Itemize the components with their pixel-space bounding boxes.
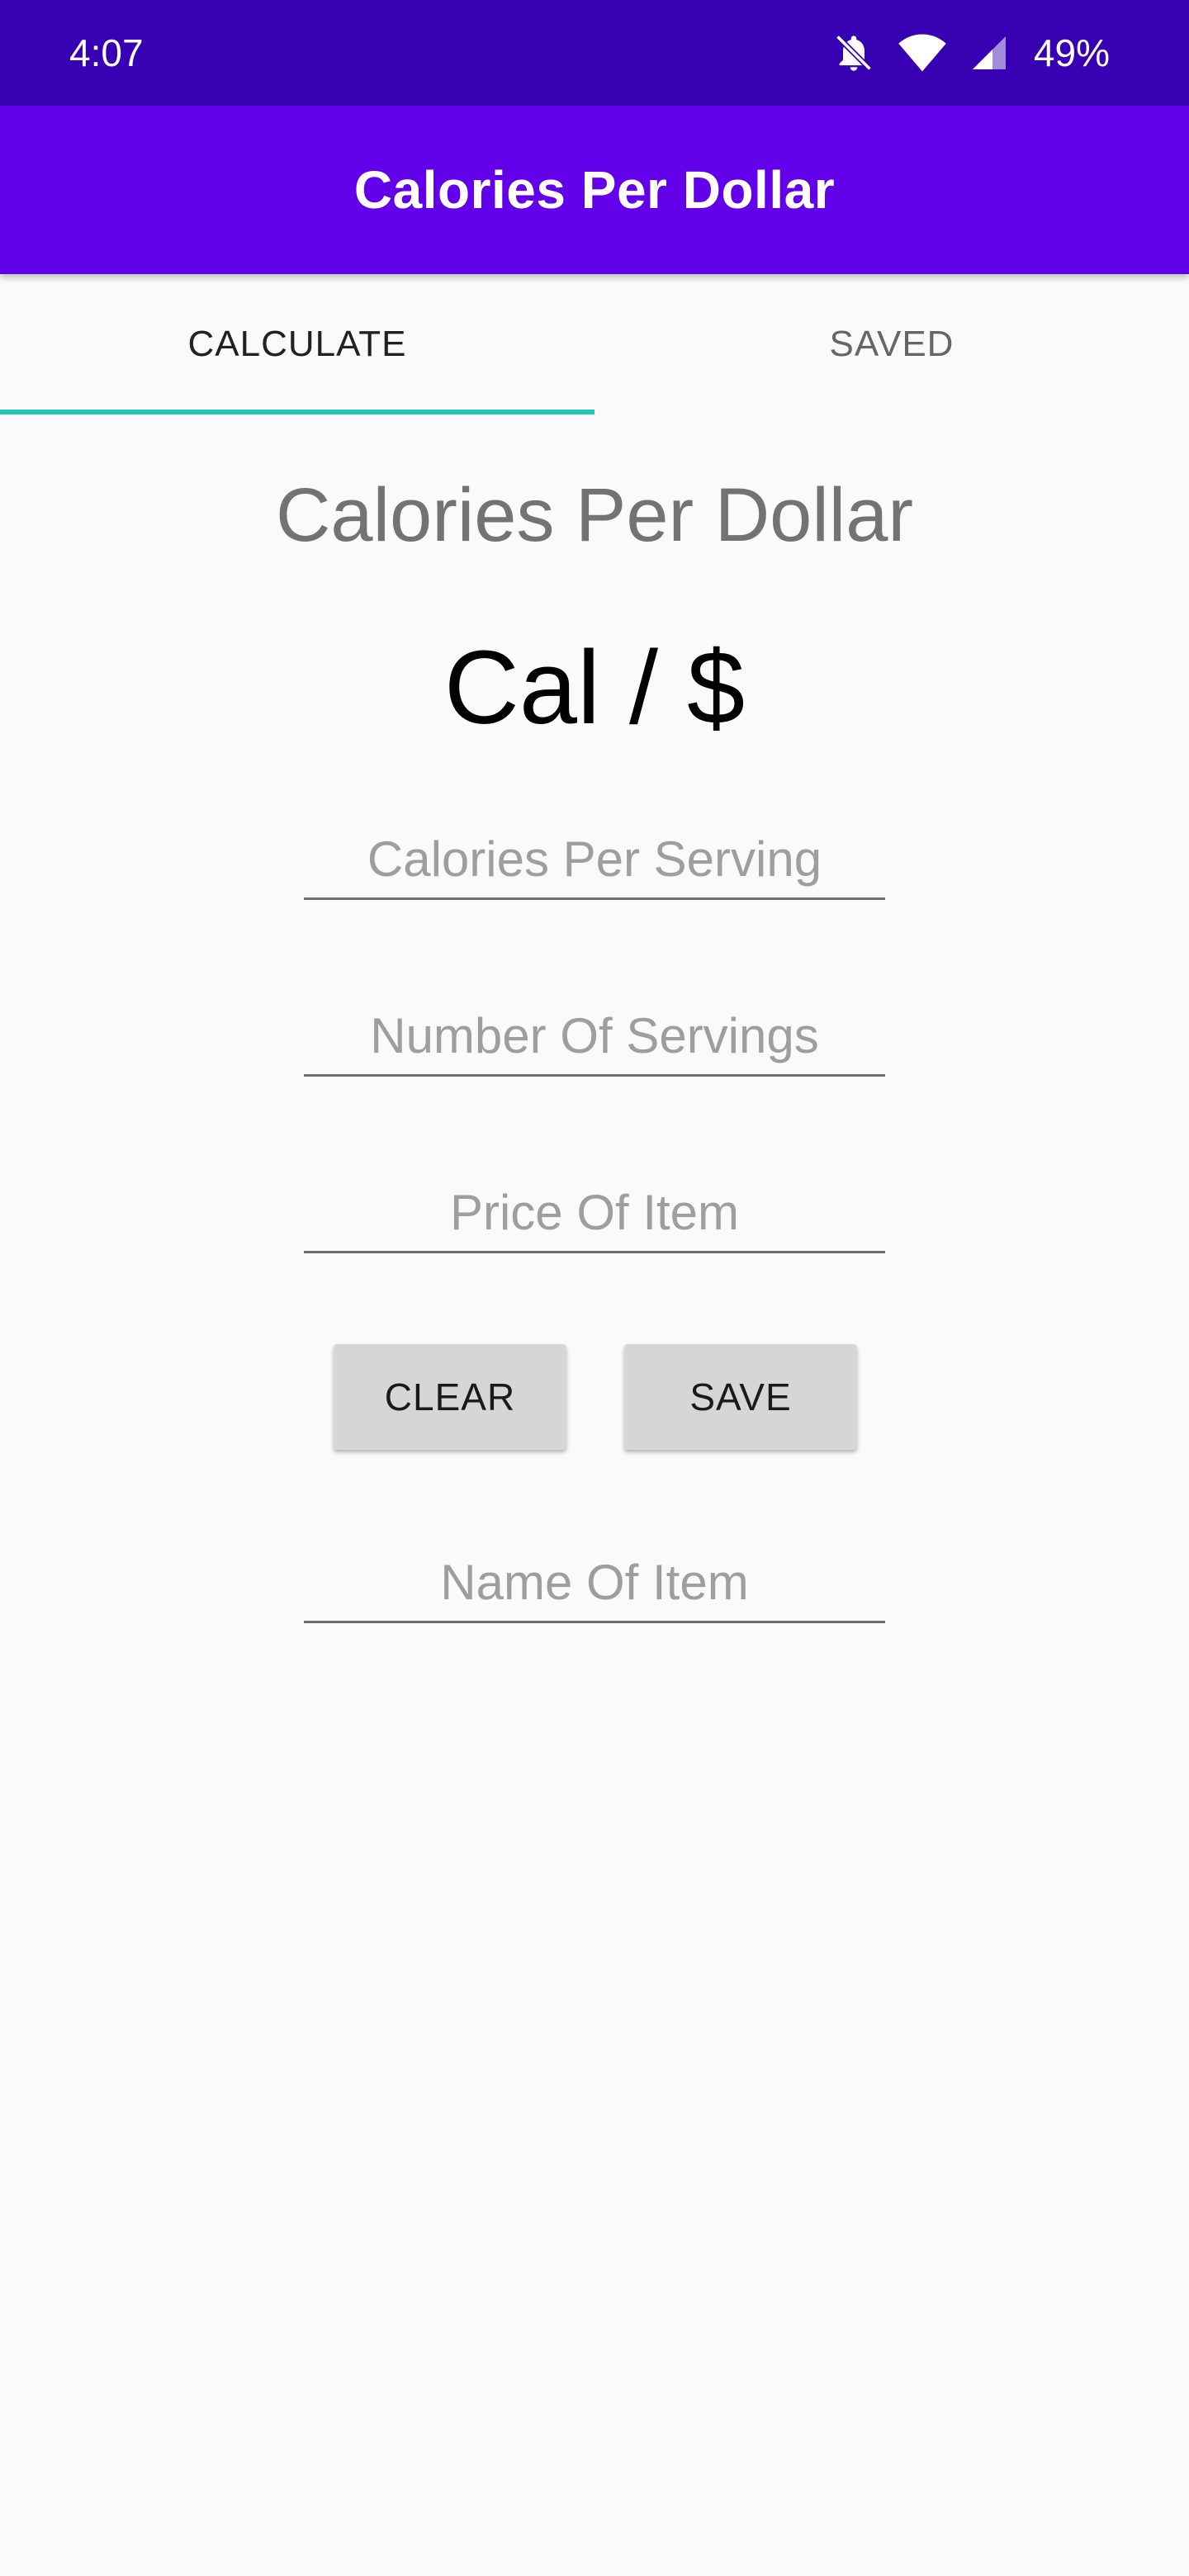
tab-saved[interactable]: SAVED [594,274,1189,414]
save-button[interactable]: SAVE [624,1344,857,1450]
app-title: Calories Per Dollar [353,160,836,220]
price-of-item-input[interactable] [304,1174,885,1253]
result-label: Cal / $ [443,629,746,746]
battery-level: 49% [1033,31,1110,74]
tab-bar: CALCULATE SAVED [0,274,1189,414]
tab-indicator [0,410,594,414]
tab-calculate[interactable]: CALCULATE [0,274,594,414]
status-bar: 4:07 49% [0,0,1189,106]
cell-signal-icon [969,33,1009,73]
name-of-item-input[interactable] [304,1544,885,1623]
calories-per-serving-input[interactable] [304,821,885,900]
number-of-servings-input[interactable] [304,997,885,1077]
status-icons: 49% [832,30,1110,76]
tab-saved-label: SAVED [829,324,955,364]
bell-off-icon [832,31,875,74]
clear-button[interactable]: CLEAR [334,1344,566,1450]
wifi-icon [897,32,948,73]
tab-calculate-label: CALCULATE [187,324,407,364]
page-heading: Calories Per Dollar [275,473,914,557]
status-time: 4:07 [69,31,144,74]
app-bar: Calories Per Dollar [0,106,1189,274]
